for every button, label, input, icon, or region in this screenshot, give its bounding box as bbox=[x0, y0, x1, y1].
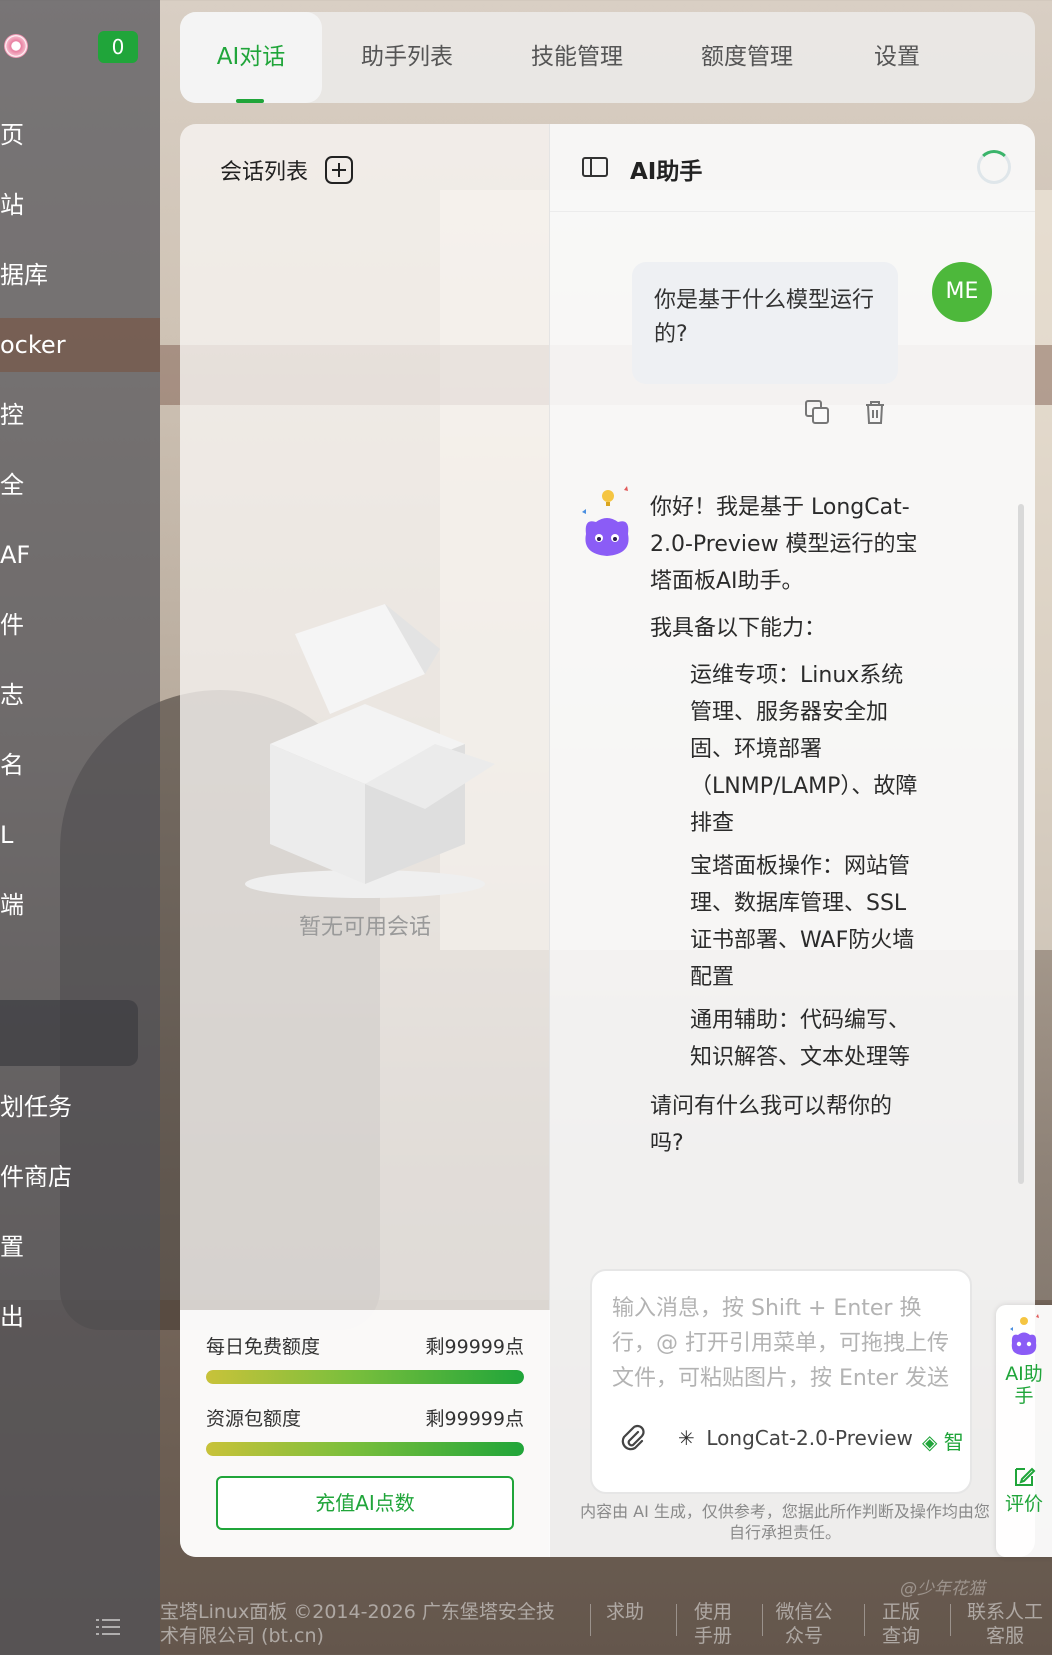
delete-icon[interactable] bbox=[862, 399, 888, 425]
user-message-bubble: 你是基于什么模型运行的? bbox=[632, 262, 898, 384]
footer-link-support[interactable]: 联系人工客服 bbox=[962, 1600, 1048, 1648]
ai-intro-text: 你好！我是基于 LongCat-2.0-Preview 模型运行的宝塔面板AI助… bbox=[650, 495, 918, 594]
package-quota-fill bbox=[206, 1442, 524, 1456]
toggle-sidebar-icon[interactable] bbox=[582, 157, 608, 177]
chat-pane: AI助手 你是基于什么模型运行的? ME 你好！我是基于 LongCat-2.0… bbox=[550, 124, 1035, 1557]
footer-separator bbox=[864, 1604, 865, 1636]
ai-capabilities-title: 我具备以下能力： bbox=[650, 616, 827, 641]
user-avatar: ME bbox=[932, 262, 992, 322]
notification-badge[interactable]: 0 bbox=[98, 31, 138, 63]
footer-link-genuine-check[interactable]: 正版查询 bbox=[876, 1600, 926, 1648]
footer-separator bbox=[590, 1604, 591, 1636]
sidebar: 0 页 站 据库 ocker 控 全 AF 件 志 名 L 端 划任务 件商店 … bbox=[0, 0, 160, 1655]
ai-assistant-avatar-icon bbox=[582, 486, 629, 556]
daily-quota-label: 每日免费额度 bbox=[206, 1336, 321, 1358]
ai-capability-item: 运维专项：Linux系统管理、服务器安全加固、环境部署（LNMP/LAMP）、故… bbox=[690, 663, 918, 836]
top-tab-bar: AI对话 助手列表 技能管理 额度管理 设置 bbox=[180, 12, 1035, 103]
recharge-button[interactable]: 充值AI点数 bbox=[216, 1476, 514, 1530]
ai-chat-panel: 会话列表 暂无可用会话 每日免费额度 剩99999点 资源包额度 剩99999点… bbox=[180, 124, 1035, 1557]
daily-quota-bar bbox=[206, 1370, 524, 1384]
tab-active-indicator bbox=[236, 99, 264, 103]
tab-label: AI对话 bbox=[216, 44, 286, 70]
sidebar-item-logs[interactable]: 志 bbox=[0, 668, 160, 722]
ai-capability-item: 宝塔面板操作：网站管理、数据库管理、SSL证书部署、WAF防火墙配置 bbox=[690, 854, 915, 990]
tab-settings[interactable]: 设置 bbox=[832, 12, 962, 103]
footer-link-help[interactable]: 求助 bbox=[600, 1600, 650, 1624]
sidebar-item-cron[interactable]: 划任务 bbox=[0, 1080, 160, 1134]
footer-link-wechat[interactable]: 微信公众号 bbox=[774, 1600, 834, 1648]
footer: 宝塔Linux面板 ©2014-2026 广东堡塔安全技术有限公司 (bt.cn… bbox=[0, 1590, 1052, 1655]
sidebar-item-domain[interactable]: 名 bbox=[0, 738, 160, 792]
menu-icon[interactable] bbox=[96, 1618, 120, 1636]
sidebar-item-ssl[interactable]: L bbox=[0, 808, 160, 862]
sidebar-item-terminal[interactable]: 端 bbox=[0, 878, 160, 932]
footer-separator bbox=[950, 1604, 951, 1636]
model-selector[interactable]: ✳ LongCat-2.0-Preview bbox=[678, 1426, 913, 1450]
ai-closing-text: 请问有什么我可以帮你的吗? bbox=[650, 1094, 893, 1156]
sidebar-item-logout[interactable]: 出 bbox=[0, 1290, 160, 1344]
sidebar-item-waf[interactable]: AF bbox=[0, 528, 160, 582]
ai-message: 你好！我是基于 LongCat-2.0-Preview 模型运行的宝塔面板AI助… bbox=[650, 489, 925, 1172]
tab-quota-management[interactable]: 额度管理 bbox=[662, 12, 832, 103]
empty-box-icon bbox=[245, 604, 495, 898]
session-list-pane: 会话列表 暂无可用会话 每日免费额度 剩99999点 资源包额度 剩99999点… bbox=[180, 124, 550, 1557]
sidebar-item-files[interactable]: 件 bbox=[0, 598, 160, 652]
sidebar-item-ai-active[interactable] bbox=[0, 1000, 138, 1066]
chat-title: AI助手 bbox=[630, 159, 703, 185]
sidebar-item-security[interactable]: 全 bbox=[0, 458, 160, 512]
package-quota-value: 剩99999点 bbox=[425, 1408, 524, 1430]
smart-mode-toggle[interactable]: ◈ 智 bbox=[922, 1426, 964, 1455]
chat-header: AI助手 bbox=[550, 124, 1035, 212]
add-session-icon[interactable] bbox=[325, 156, 353, 184]
sidebar-item-app-store[interactable]: 件商店 bbox=[0, 1150, 160, 1204]
rate-widget-label[interactable]: 评价 bbox=[996, 1493, 1052, 1515]
empty-session-text: 暂无可用会话 bbox=[298, 915, 431, 940]
footer-copyright: 宝塔Linux面板 ©2014-2026 广东堡塔安全技术有限公司 (bt.cn… bbox=[160, 1601, 555, 1647]
attachment-icon[interactable] bbox=[618, 1423, 648, 1453]
chat-scrollbar[interactable] bbox=[1018, 504, 1024, 1184]
loading-spinner-icon bbox=[977, 150, 1011, 184]
sidebar-item-home[interactable]: 页 bbox=[0, 108, 160, 162]
sidebar-item-website[interactable]: 站 bbox=[0, 178, 160, 232]
footer-separator bbox=[762, 1604, 763, 1636]
sidebar-item-monitor[interactable]: 控 bbox=[0, 388, 160, 442]
smart-mode-label: 智 bbox=[943, 1430, 964, 1454]
tab-ai-chat[interactable]: AI对话 bbox=[180, 12, 322, 103]
message-input-box[interactable]: 输入消息，按 Shift + Enter 换行，@ 打开引用菜单，可拖拽上传文件… bbox=[590, 1269, 972, 1494]
sidebar-item-database[interactable]: 据库 bbox=[0, 248, 160, 302]
model-name: LongCat-2.0-Preview bbox=[706, 1426, 913, 1450]
ai-capability-item: 通用辅助：代码编写、知识解答、文本处理等 bbox=[690, 1008, 911, 1070]
watermark: @少年花猫 bbox=[900, 1579, 985, 1599]
tab-assistant-list[interactable]: 助手列表 bbox=[322, 12, 492, 103]
package-quota-bar bbox=[206, 1442, 524, 1456]
tab-skill-management[interactable]: 技能管理 bbox=[492, 12, 662, 103]
footer-separator bbox=[676, 1604, 677, 1636]
copy-icon[interactable] bbox=[804, 399, 830, 425]
layers-icon: ◈ bbox=[922, 1430, 938, 1454]
sidebar-item-docker[interactable]: ocker bbox=[0, 318, 160, 372]
footer-link-manual[interactable]: 使用手册 bbox=[688, 1600, 738, 1648]
ai-assistant-widget-label[interactable]: AI助手 bbox=[996, 1363, 1052, 1407]
package-quota-label: 资源包额度 bbox=[206, 1408, 302, 1430]
floating-ai-widget: AI助手 评价 bbox=[996, 1305, 1052, 1557]
message-input-placeholder[interactable]: 输入消息，按 Shift + Enter 换行，@ 打开引用菜单，可拖拽上传文件… bbox=[612, 1291, 957, 1396]
daily-quota-fill bbox=[206, 1370, 524, 1384]
session-list-title: 会话列表 bbox=[220, 160, 309, 185]
edit-rate-icon[interactable] bbox=[1012, 1465, 1036, 1489]
bt-logo-icon[interactable] bbox=[4, 34, 28, 58]
model-sparkle-icon: ✳ bbox=[678, 1426, 695, 1450]
daily-quota-value: 剩99999点 bbox=[425, 1336, 524, 1358]
ai-disclaimer: 内容由 AI 生成，仅供参考，您据此所作判断及操作均由您自行承担责任。 bbox=[580, 1502, 990, 1542]
ai-assistant-mini-icon[interactable] bbox=[1006, 1313, 1042, 1357]
sidebar-item-settings[interactable]: 置 bbox=[0, 1220, 160, 1274]
